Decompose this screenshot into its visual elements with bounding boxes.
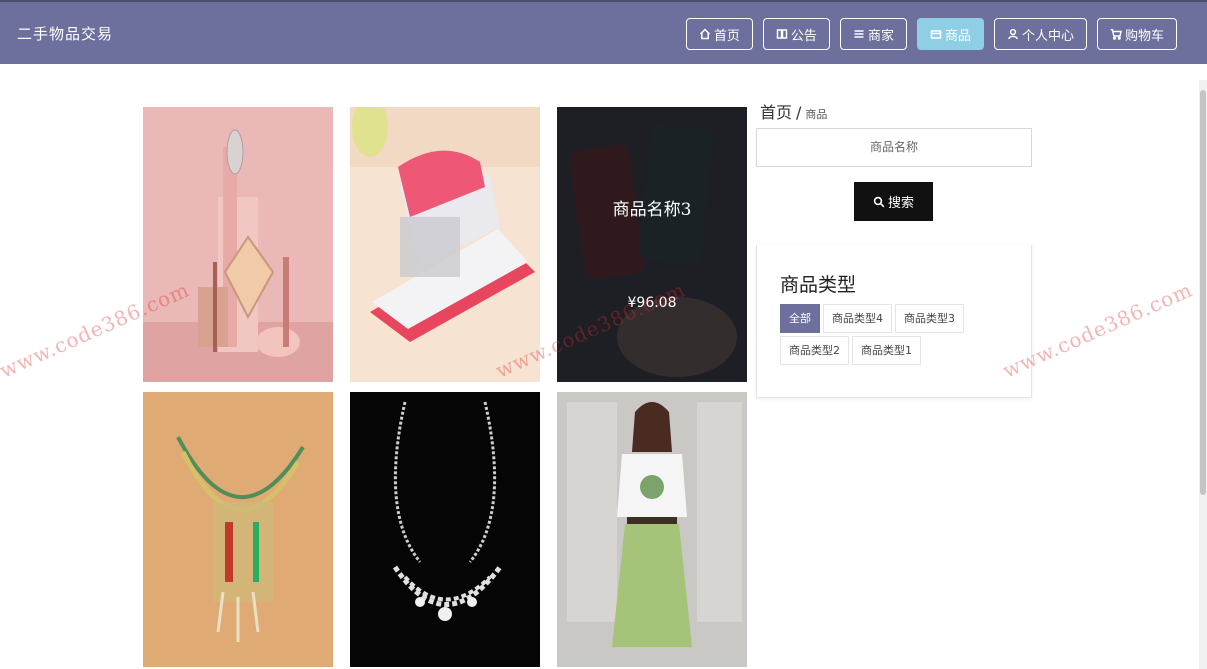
category-title: 商品类型 bbox=[780, 274, 857, 296]
nav-merchant-label: 商家 bbox=[867, 28, 894, 44]
nav-home-label: 首页 bbox=[713, 28, 740, 44]
gold-necklace-product-image bbox=[143, 392, 333, 667]
product-card[interactable] bbox=[143, 392, 333, 667]
breadcrumb-home-link[interactable]: 首页 bbox=[760, 103, 792, 122]
nav-home-button[interactable]: 首页 bbox=[685, 18, 753, 50]
product-card[interactable] bbox=[350, 107, 540, 382]
search-button-label: 搜索 bbox=[887, 196, 914, 211]
nav-merchant-button[interactable]: 商家 bbox=[839, 18, 907, 50]
category-panel: 商品类型 全部 商品类型4 商品类型3 商品类型2 商品类型1 bbox=[756, 245, 1032, 398]
product-card[interactable] bbox=[143, 107, 333, 382]
nav-cart-label: 购物车 bbox=[1124, 28, 1164, 44]
product-name-search-input[interactable]: 商品名称 bbox=[756, 128, 1032, 167]
breadcrumb-separator: / bbox=[796, 103, 802, 122]
goods-icon bbox=[930, 30, 942, 39]
list-icon bbox=[854, 30, 864, 38]
nav-notice-label: 公告 bbox=[790, 28, 817, 44]
nav-goods-label: 商品 bbox=[944, 28, 971, 44]
dress-product-image bbox=[557, 392, 747, 667]
product-card[interactable] bbox=[350, 392, 540, 667]
nav-goods-button[interactable]: 商品 bbox=[916, 18, 984, 50]
site-brand[interactable]: 二手物品交易 bbox=[17, 23, 113, 44]
page-scrollbar[interactable] bbox=[1199, 80, 1207, 669]
main-nav: 首页 公告 商家 商品 个人中心 购物车 bbox=[685, 18, 1177, 50]
notice-icon bbox=[776, 29, 788, 39]
stapler-product-image bbox=[350, 107, 540, 382]
home-icon bbox=[699, 28, 710, 40]
cosmetics-product-image bbox=[143, 107, 333, 382]
category-tags: 全部 商品类型4 商品类型3 商品类型2 商品类型1 bbox=[780, 304, 1020, 365]
category-tag-2[interactable]: 商品类型2 bbox=[780, 336, 849, 365]
scrollbar-thumb[interactable] bbox=[1200, 90, 1206, 495]
search-button[interactable]: 搜索 bbox=[854, 182, 933, 221]
category-tag-all[interactable]: 全部 bbox=[780, 304, 820, 333]
product-card[interactable] bbox=[557, 392, 747, 667]
cart-icon bbox=[1110, 29, 1122, 40]
breadcrumb-current: 商品 bbox=[805, 108, 828, 121]
breadcrumb: 首页 / 商品 bbox=[760, 99, 827, 123]
category-tag-3[interactable]: 商品类型3 bbox=[895, 304, 964, 333]
nav-user-center-button[interactable]: 个人中心 bbox=[993, 18, 1087, 50]
product-name: 商品名称3 bbox=[612, 200, 692, 220]
top-navbar: 二手物品交易 首页 公告 商家 商品 个人中心 购物车 bbox=[0, 0, 1207, 64]
nav-user-center-label: 个人中心 bbox=[1021, 28, 1074, 44]
user-icon bbox=[1008, 28, 1018, 40]
nav-cart-button[interactable]: 购物车 bbox=[1096, 18, 1177, 50]
nav-notice-button[interactable]: 公告 bbox=[762, 18, 830, 50]
diamond-necklace-product-image bbox=[350, 392, 540, 667]
category-tag-1[interactable]: 商品类型1 bbox=[852, 336, 921, 365]
category-tag-4[interactable]: 商品类型4 bbox=[823, 304, 892, 333]
search-icon bbox=[873, 196, 885, 207]
